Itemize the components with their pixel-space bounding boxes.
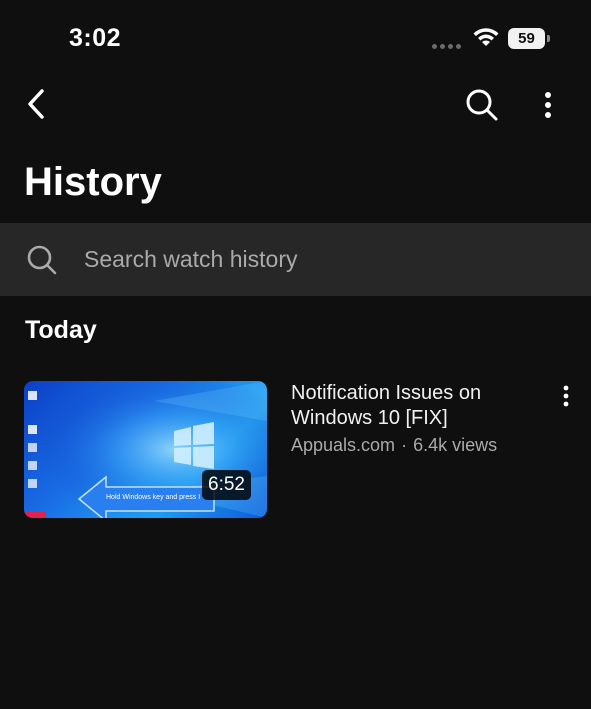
search-watch-history-input[interactable] [84, 239, 564, 279]
cellular-signal-icon [432, 44, 461, 49]
more-vertical-icon [545, 92, 551, 118]
status-time: 3:02 [69, 24, 122, 52]
search-button[interactable] [462, 85, 502, 125]
video-title[interactable]: Notification Issues on Windows 10 [FIX] [291, 381, 531, 431]
video-more-options-button[interactable] [553, 383, 579, 409]
wifi-icon [473, 28, 499, 46]
more-options-button[interactable] [530, 85, 566, 125]
video-meta: Appuals.com · 6.4k views [291, 435, 497, 456]
meta-separator: · [401, 435, 408, 455]
back-button[interactable] [18, 86, 54, 122]
back-arrow-icon [28, 89, 44, 119]
video-channel: Appuals.com [291, 435, 396, 455]
section-heading-today: Today [25, 316, 97, 344]
search-icon [466, 89, 498, 121]
search-bar[interactable] [0, 223, 591, 296]
video-duration-badge: 6:52 [202, 470, 251, 500]
more-vertical-icon [563, 385, 569, 407]
search-icon [27, 245, 57, 275]
battery-indicator: 59 [508, 28, 545, 49]
thumbnail-caption: Hold Windows key and press I [106, 494, 201, 501]
page-title: History [24, 160, 162, 204]
battery-tip [547, 35, 550, 42]
video-views: 6.4k views [413, 435, 498, 455]
status-bar: 3:02 59 [0, 0, 591, 80]
